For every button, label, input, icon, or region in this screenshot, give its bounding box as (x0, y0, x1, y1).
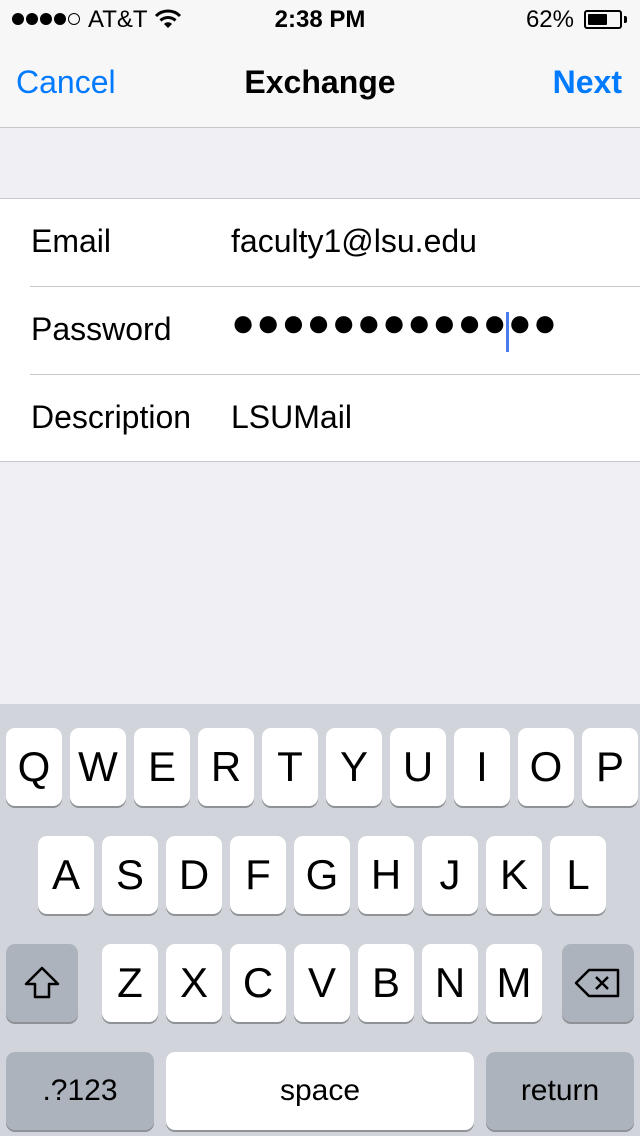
key-n[interactable]: N (422, 944, 478, 1022)
key-q[interactable]: Q (6, 728, 62, 806)
page-title: Exchange (244, 64, 396, 100)
battery-icon (584, 10, 622, 29)
key-c[interactable]: C (230, 944, 286, 1022)
password-field[interactable]: ●●●●●●●●●●●●● (231, 301, 558, 346)
key-j[interactable]: J (422, 836, 478, 914)
key-o[interactable]: O (518, 728, 574, 806)
key-s[interactable]: S (102, 836, 158, 914)
shift-key[interactable] (6, 944, 78, 1022)
return-key[interactable]: return (486, 1052, 634, 1130)
numbers-key[interactable]: .?123 (6, 1052, 154, 1130)
password-label: Password (31, 311, 172, 347)
text-cursor (506, 312, 509, 352)
key-u[interactable]: U (390, 728, 446, 806)
key-z[interactable]: Z (102, 944, 158, 1022)
key-w[interactable]: W (70, 728, 126, 806)
key-d[interactable]: D (166, 836, 222, 914)
key-k[interactable]: K (486, 836, 542, 914)
key-t[interactable]: T (262, 728, 318, 806)
key-i[interactable]: I (454, 728, 510, 806)
key-l[interactable]: L (550, 836, 606, 914)
shift-icon (24, 966, 60, 999)
keyboard: .?123 space return QWERTYUIOP ASDFGHJKL ZX… (0, 704, 640, 1136)
navigation-bar: Cancel Exchange Next (0, 40, 640, 128)
key-e[interactable]: E (134, 728, 190, 806)
key-b[interactable]: B (358, 944, 414, 1022)
key-a[interactable]: A (38, 836, 94, 914)
account-form: Email faculty1@lsu.edu Password ●●●●●●●●… (0, 198, 640, 462)
key-h[interactable]: H (358, 836, 414, 914)
key-g[interactable]: G (294, 836, 350, 914)
description-field[interactable]: LSUMail (231, 399, 352, 436)
email-label: Email (31, 223, 112, 259)
delete-icon (574, 968, 620, 998)
delete-key[interactable] (562, 944, 634, 1022)
key-m[interactable]: M (486, 944, 542, 1022)
email-field[interactable]: faculty1@lsu.edu (231, 223, 477, 260)
email-row[interactable]: Email faculty1@lsu.edu (0, 199, 640, 287)
next-button[interactable]: Next (553, 64, 622, 101)
battery-tip (624, 16, 627, 23)
password-row[interactable]: Password ●●●●●●●●●●●●● (0, 287, 640, 375)
description-row[interactable]: Description LSUMail (0, 375, 640, 463)
description-label: Description (31, 399, 192, 435)
key-f[interactable]: F (230, 836, 286, 914)
space-key[interactable]: space (166, 1052, 474, 1130)
key-p[interactable]: P (582, 728, 638, 806)
battery-percent: 62% (525, 6, 574, 33)
key-v[interactable]: V (294, 944, 350, 1022)
key-y[interactable]: Y (326, 728, 382, 806)
status-bar: AT&T 2:38 PM 62% (0, 0, 640, 40)
key-x[interactable]: X (166, 944, 222, 1022)
key-r[interactable]: R (198, 728, 254, 806)
